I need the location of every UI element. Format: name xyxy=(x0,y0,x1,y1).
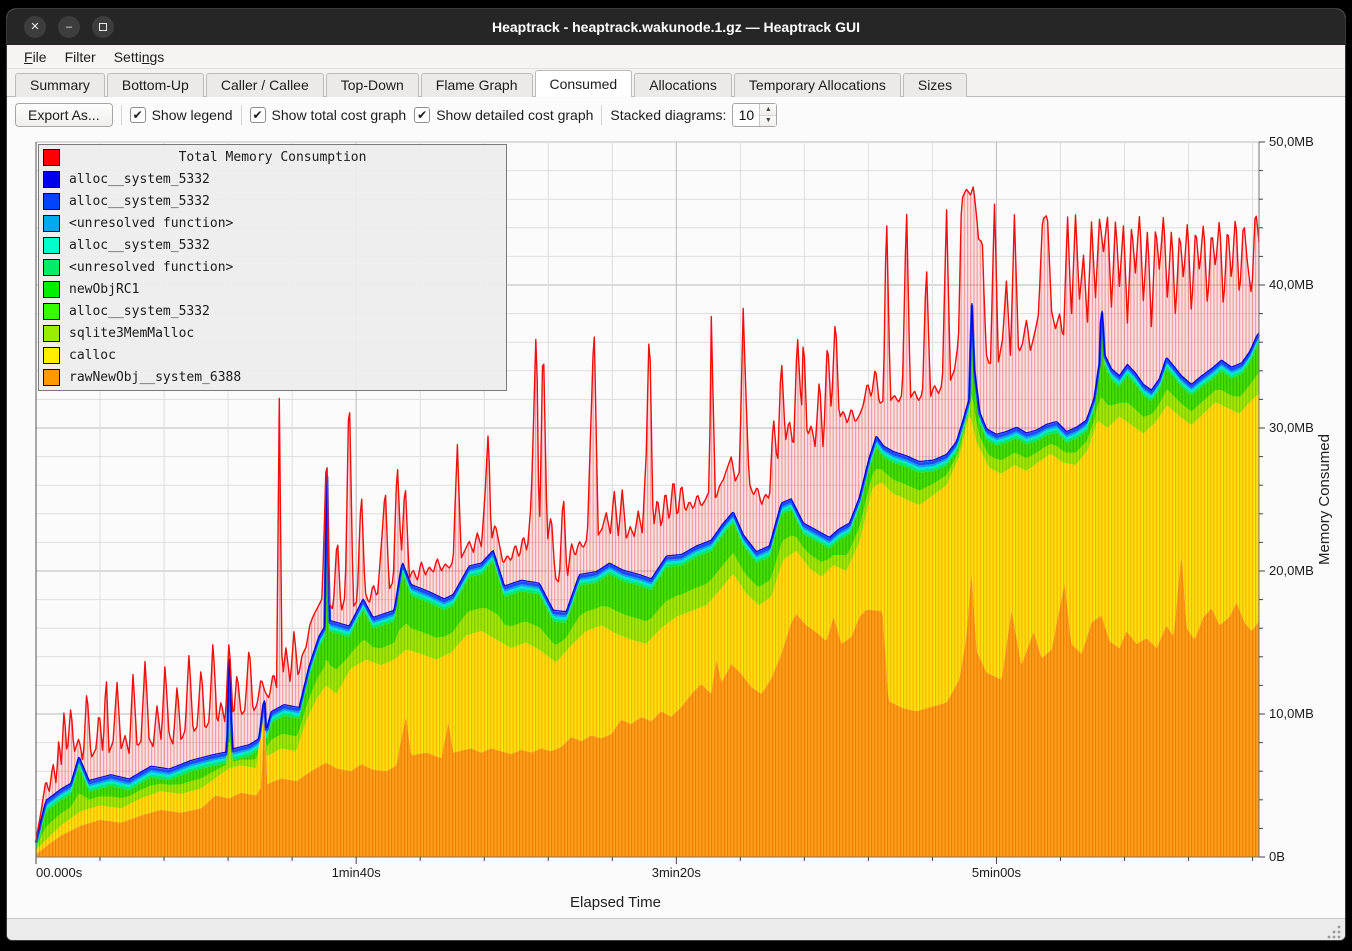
checkbox-show-total-cost-graph[interactable]: ✔ xyxy=(250,107,266,123)
toolbar-separator xyxy=(121,105,122,125)
checkbox-group: ✔ Show total cost graph xyxy=(250,107,407,123)
maximize-icon[interactable] xyxy=(92,16,114,38)
y-tick-label: 30,0MB xyxy=(1269,420,1314,435)
close-icon[interactable]: ✕ xyxy=(24,16,46,38)
chart-legend: Total Memory Consumption alloc__system_53… xyxy=(38,144,507,391)
y-tick-label: 20,0MB xyxy=(1269,563,1314,578)
legend-item: alloc__system_5332 xyxy=(39,169,506,191)
legend-label: alloc__system_5332 xyxy=(69,304,210,319)
tab-temporary-allocations[interactable]: Temporary Allocations xyxy=(734,73,901,97)
x-tick-label: 5min00s xyxy=(972,865,1022,880)
checkbox-label: Show detailed cost graph xyxy=(436,107,593,123)
y-axis-title: Memory Consumed xyxy=(1316,434,1333,565)
legend-label: sqlite3MemMalloc xyxy=(69,326,194,341)
tab-flame-graph[interactable]: Flame Graph xyxy=(421,73,533,97)
legend-item: newObjRC1 xyxy=(39,278,506,300)
legend-label: <unresolved function> xyxy=(69,216,233,231)
legend-item: rawNewObj__system_6388 xyxy=(39,366,506,388)
minimize-icon[interactable]: – xyxy=(58,16,80,38)
stacked-diagrams-label: Stacked diagrams: xyxy=(610,107,726,123)
legend-swatch xyxy=(43,325,60,342)
tab-sizes[interactable]: Sizes xyxy=(903,73,967,97)
legend-label: rawNewObj__system_6388 xyxy=(69,370,241,385)
window-title: Heaptrack - heaptrack.wakunode.1.gz — He… xyxy=(7,19,1345,35)
x-tick-label: 3min20s xyxy=(652,865,702,880)
status-bar xyxy=(7,918,1345,941)
menu-item-filter[interactable]: Filter xyxy=(56,47,105,67)
toolbar-separator xyxy=(601,105,602,125)
legend-swatch xyxy=(43,193,60,210)
legend-swatch xyxy=(43,281,60,298)
legend-label: Total Memory Consumption xyxy=(39,150,506,165)
legend-swatch xyxy=(43,259,60,276)
maximize-square xyxy=(99,23,107,31)
legend-item: sqlite3MemMalloc xyxy=(39,322,506,344)
legend-swatch xyxy=(43,347,60,364)
legend-item: <unresolved function> xyxy=(39,213,506,235)
legend-swatch xyxy=(43,303,60,320)
legend-item: alloc__system_5332 xyxy=(39,191,506,213)
x-tick-label: 1min40s xyxy=(332,865,382,880)
legend-swatch xyxy=(43,237,60,254)
legend-swatch xyxy=(43,171,60,188)
checkbox-show-detailed-cost-graph[interactable]: ✔ xyxy=(414,107,430,123)
legend-item: calloc xyxy=(39,344,506,366)
menu-bar: FileFilterSettings xyxy=(7,45,1345,69)
legend-title-row: Total Memory Consumption xyxy=(39,147,506,169)
tab-allocations[interactable]: Allocations xyxy=(634,73,732,97)
checkbox-group: ✔ Show detailed cost graph xyxy=(414,107,593,123)
legend-label: alloc__system_5332 xyxy=(69,194,210,209)
title-bar[interactable]: ✕ – Heaptrack - heaptrack.wakunode.1.gz … xyxy=(7,9,1345,45)
app-window: ✕ – Heaptrack - heaptrack.wakunode.1.gz … xyxy=(6,8,1346,941)
x-axis-title: Elapsed Time xyxy=(570,894,661,911)
legend-label: calloc xyxy=(69,348,116,363)
export-as-button[interactable]: Export As... xyxy=(15,103,113,127)
y-tick-label: 40,0MB xyxy=(1269,277,1314,292)
y-tick-label: 50,0MB xyxy=(1269,134,1314,149)
memory-consumption-chart[interactable]: 00.000s 1min40s 3min20s 5min00s 0B 10,0MB 20,0… xyxy=(7,133,1346,918)
legend-item: <unresolved function> xyxy=(39,257,506,279)
resize-grip-icon[interactable] xyxy=(1327,925,1341,939)
checkbox-label: Show total cost graph xyxy=(272,107,407,123)
y-tick-label: 10,0MB xyxy=(1269,706,1314,721)
tab-top-down[interactable]: Top-Down xyxy=(326,73,419,97)
tab-bottom-up[interactable]: Bottom-Up xyxy=(107,73,204,97)
legend-item: alloc__system_5332 xyxy=(39,300,506,322)
legend-label: <unresolved function> xyxy=(69,260,233,275)
checkbox-show-legend[interactable]: ✔ xyxy=(130,107,146,123)
tab-caller-callee[interactable]: Caller / Callee xyxy=(206,73,324,97)
legend-label: newObjRC1 xyxy=(69,282,139,297)
spinner-up-icon[interactable]: ▲ xyxy=(760,104,776,116)
menu-item-settings[interactable]: Settings xyxy=(105,47,174,67)
tab-consumed[interactable]: Consumed xyxy=(535,70,633,97)
spinner-value[interactable]: 10 xyxy=(733,104,759,126)
legend-swatch xyxy=(43,215,60,232)
toolbar: Export As... ✔ Show legend ✔ Show total cos… xyxy=(7,97,1345,133)
legend-item: alloc__system_5332 xyxy=(39,235,506,257)
x-tick-label: 00.000s xyxy=(36,865,83,880)
legend-label: alloc__system_5332 xyxy=(69,238,210,253)
checkbox-group: ✔ Show legend xyxy=(130,107,233,123)
toolbar-separator xyxy=(241,105,242,125)
stacked-diagrams-spinner[interactable]: 10 ▲ ▼ xyxy=(732,103,777,127)
menu-item-file[interactable]: File xyxy=(15,47,56,67)
tab-bar: SummaryBottom-UpCaller / CalleeTop-DownF… xyxy=(7,69,1345,97)
legend-swatch xyxy=(43,369,60,386)
legend-label: alloc__system_5332 xyxy=(69,172,210,187)
y-tick-label: 0B xyxy=(1269,849,1285,864)
spinner-down-icon[interactable]: ▼ xyxy=(760,116,776,127)
tab-summary[interactable]: Summary xyxy=(15,73,105,97)
checkbox-label: Show legend xyxy=(152,107,233,123)
